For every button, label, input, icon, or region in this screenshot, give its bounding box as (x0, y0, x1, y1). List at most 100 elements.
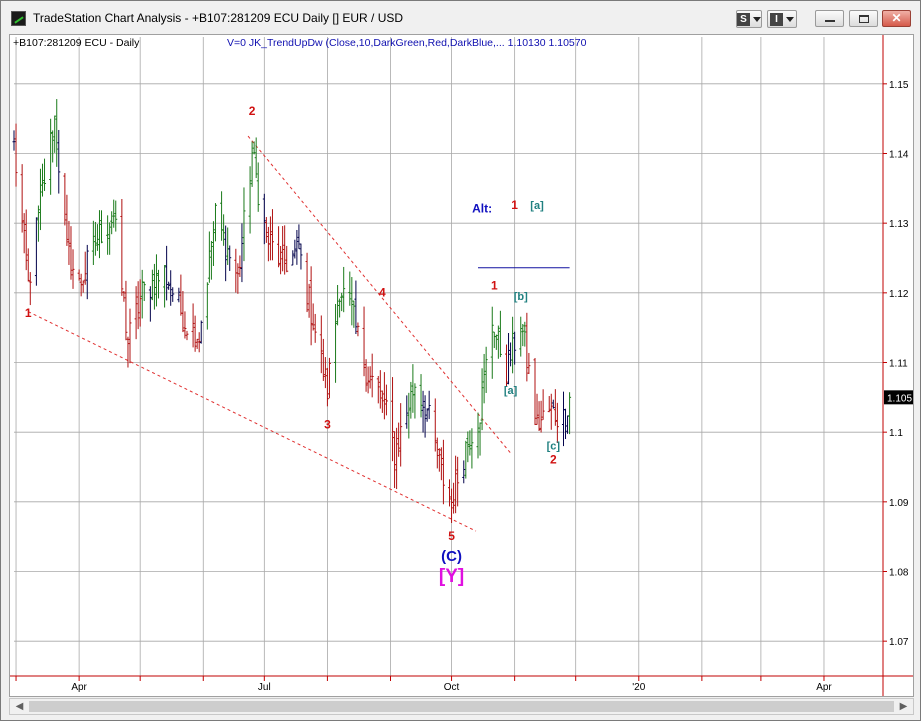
ohlc-bar (108, 222, 112, 255)
ohlc-bar (336, 285, 340, 326)
title-bar[interactable]: TradeStation Chart Analysis - +B107:2812… (1, 1, 920, 34)
ohlc-bar (183, 311, 187, 339)
ohlc-bar (299, 243, 303, 270)
ohlc-bar (28, 272, 32, 306)
ohlc-bar (478, 422, 482, 456)
scroll-thumb[interactable] (29, 701, 894, 712)
ohlc-bar (138, 279, 142, 327)
ohlc-bar (480, 368, 484, 431)
wave-label: 2 (550, 453, 557, 467)
ohlc-bar (441, 439, 445, 505)
window-title: TradeStation Chart Analysis - +B107:2812… (33, 11, 404, 25)
ohlc-bar (549, 393, 553, 430)
s-glyph: S (737, 13, 750, 26)
ohlc-bar (22, 213, 26, 254)
horizontal-scrollbar[interactable]: ◀ ▶ (9, 698, 914, 715)
ohlc-bar (205, 282, 209, 330)
ohlc-bar (285, 245, 289, 273)
ohlc-bar (476, 412, 480, 459)
ohlc-bar (494, 334, 498, 350)
ohlc-bar (256, 162, 260, 212)
wave-label: [b] (514, 291, 528, 303)
s-menu-button[interactable]: S (736, 10, 762, 28)
ohlc-bar (20, 164, 24, 233)
ohlc-bar (95, 224, 99, 251)
minimize-button[interactable] (815, 10, 844, 27)
ohlc-bar (411, 364, 415, 413)
ohlc-bar (311, 303, 315, 331)
maximize-button[interactable] (849, 10, 878, 27)
ohlc-bar (181, 291, 185, 333)
ohlc-bar (283, 225, 287, 275)
price-chart[interactable]: 12345(C)[Y]1[b][a][c]2Alt: 1 [a] 1.071.081… (10, 35, 913, 696)
chart-panel[interactable]: 1 2 3 4 5 (C) [Y] 1 [b] [a] [c] 2 Alt: 1 [a] 1.07 1.08 1… (9, 34, 914, 697)
indicator-label: V=0 JK_TrendUpDw (Close,10,DarkGreen,Red… (227, 37, 587, 49)
ohlc-bar (85, 244, 89, 300)
ohlc-bar (110, 211, 114, 235)
ohlc-bar (167, 281, 171, 290)
ohlc-bar (36, 205, 40, 242)
ohlc-bar (325, 367, 329, 407)
ohlc-bar (148, 286, 152, 322)
wave-label: Alt: (472, 202, 492, 216)
ohlc-bar (213, 203, 217, 242)
ohlc-bar (199, 320, 203, 344)
i-menu-button[interactable]: I (767, 10, 797, 28)
ohlc-bar (120, 198, 124, 296)
ohlc-bar (356, 322, 360, 337)
ohlc-bar (421, 390, 425, 433)
ohlc-bar (193, 315, 197, 352)
ohlc-bar (228, 245, 232, 271)
ohlc-bar (152, 263, 156, 310)
minimize-icon (825, 20, 835, 22)
ohlc-bar (222, 214, 226, 246)
y-tick-label: 1.07 (889, 637, 909, 648)
ohlc-bar (97, 210, 101, 259)
ohlc-bar (484, 346, 488, 393)
scroll-left-icon[interactable]: ◀ (11, 699, 28, 714)
ohlc-bar (279, 245, 283, 275)
ohlc-bar (297, 224, 301, 250)
ohlc-bar (498, 310, 502, 358)
ohlc-bar (527, 352, 531, 374)
ohlc-bar (482, 353, 486, 404)
ohlc-bar (537, 401, 541, 432)
ohlc-bar (376, 375, 380, 404)
wave-label: 4 (379, 285, 386, 299)
wave-label: [Y] (439, 566, 464, 587)
ohlc-bar (57, 129, 61, 194)
ohlc-bar (81, 280, 85, 293)
ohlc-bar (354, 280, 358, 335)
ohlc-bar (154, 254, 158, 307)
ohlc-bar (462, 460, 466, 484)
close-button[interactable]: ✕ (882, 10, 911, 27)
ohlc-bar (93, 221, 97, 256)
ohlc-bar (450, 488, 454, 523)
ohlc-bar (224, 225, 228, 282)
last-price-label: 1.105 (887, 393, 912, 404)
ohlc-bar (293, 239, 297, 259)
ohlc-bar (378, 370, 382, 409)
ohlc-bar (69, 226, 73, 280)
y-tick-label: 1.13 (889, 219, 909, 230)
close-icon: ✕ (891, 11, 902, 25)
ohlc-bar (165, 245, 169, 301)
ohlc-bar (535, 393, 539, 425)
ohlc-bar (340, 292, 344, 312)
ohlc-bar (348, 271, 352, 306)
scroll-right-icon[interactable]: ▶ (895, 699, 912, 714)
symbol-label: +B107:281209 ECU - Daily (13, 37, 140, 49)
ohlc-bar (384, 384, 388, 416)
chevron-down-icon (753, 16, 761, 22)
ohlc-bar (525, 312, 529, 382)
ohlc-bar (134, 286, 138, 340)
ohlc-bar (564, 408, 568, 440)
ohlc-bar (53, 115, 57, 153)
wave-annotations: 12345(C)[Y]1[b][a][c]2Alt: 1 [a] (25, 104, 560, 587)
ohlc-bar (456, 456, 460, 507)
ohlc-bar (100, 210, 104, 244)
ohlc-bar (236, 263, 240, 294)
ohlc-bar (407, 392, 411, 439)
ohlc-bar (391, 377, 395, 462)
ohlc-bar (368, 366, 372, 389)
